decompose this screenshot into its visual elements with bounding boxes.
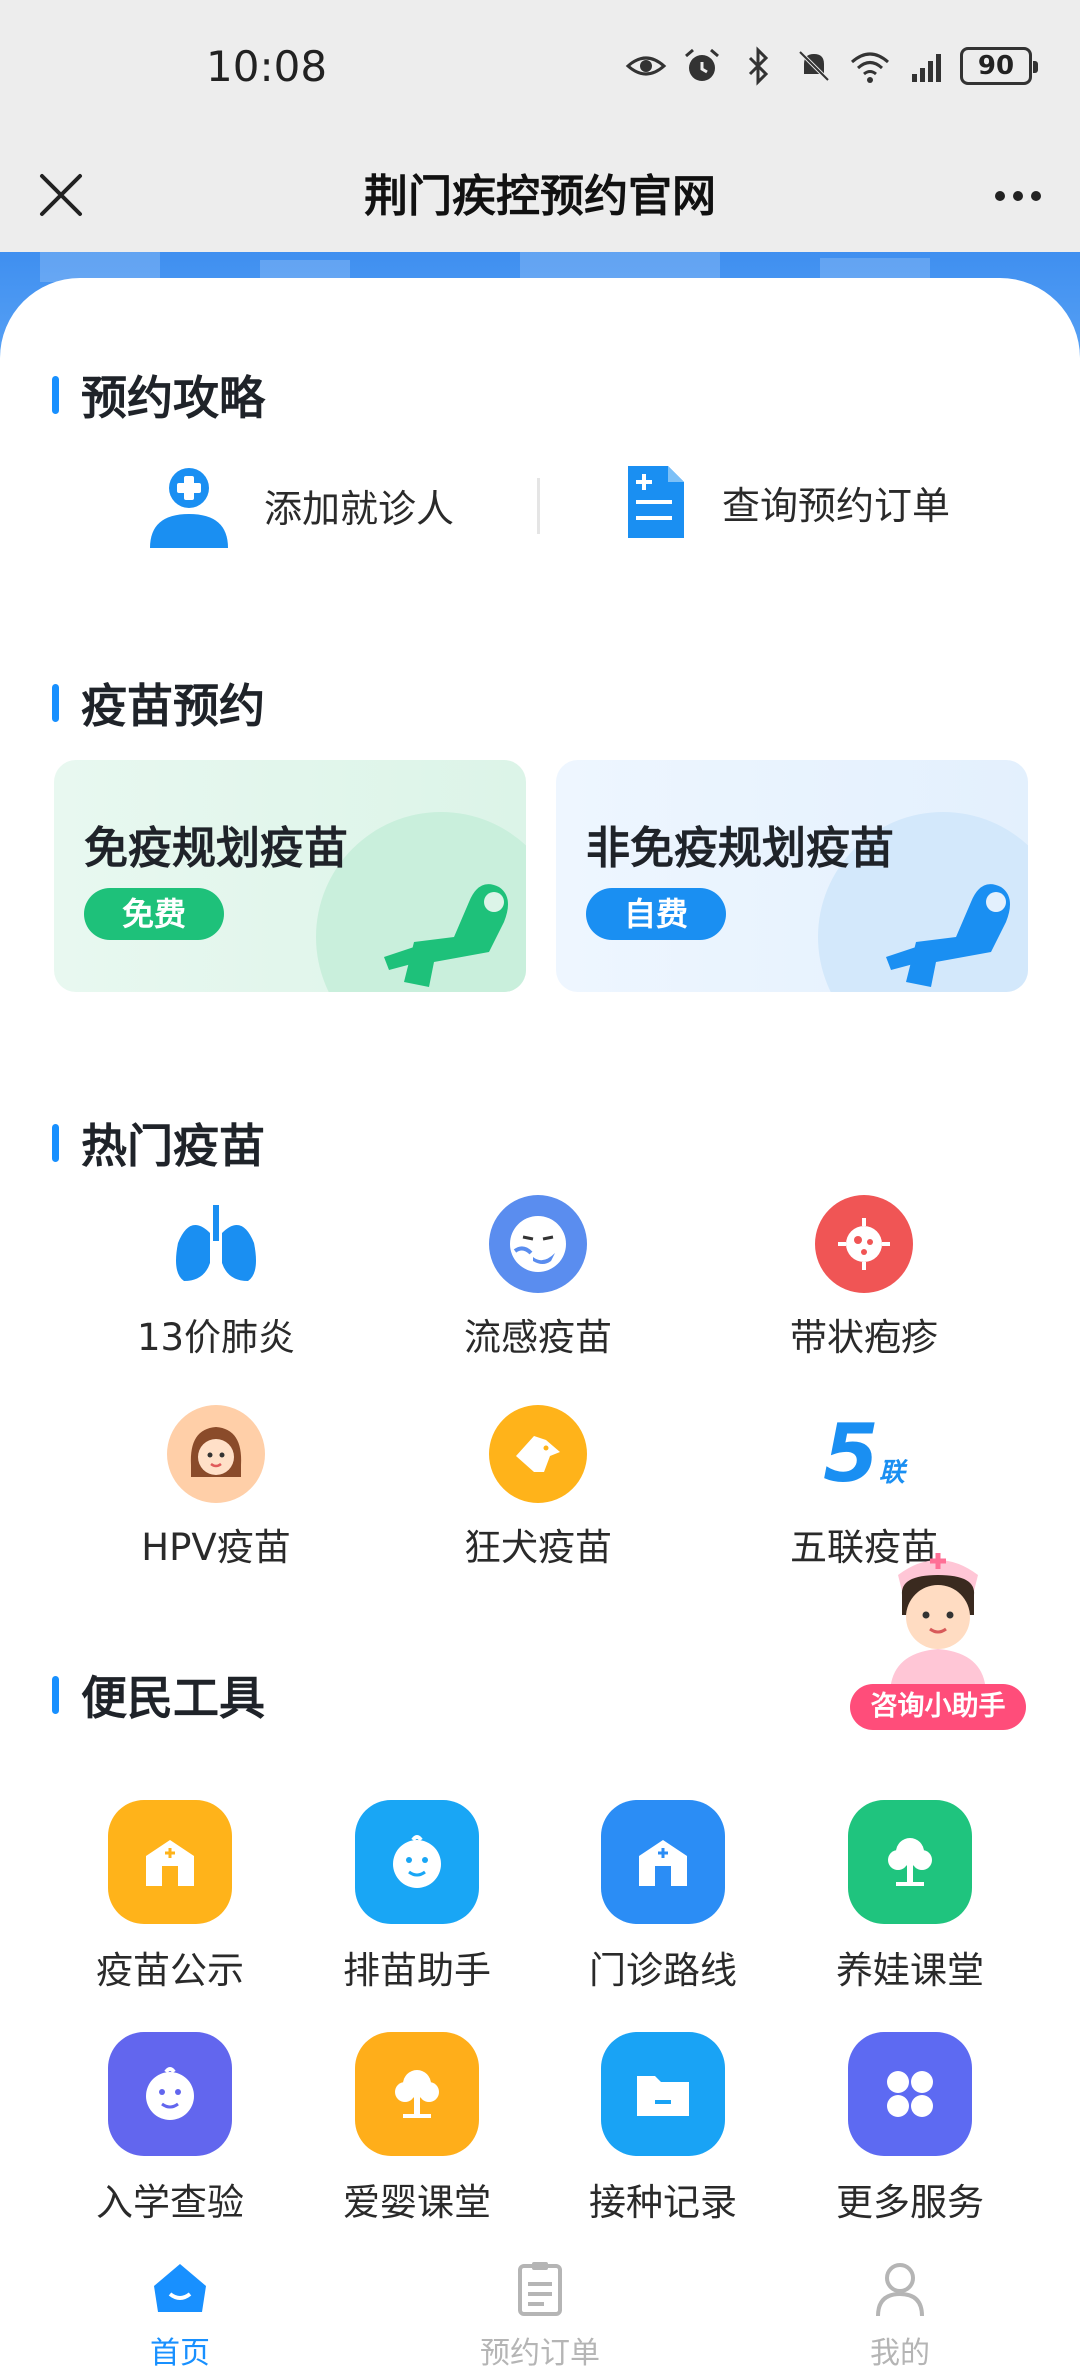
nurse-avatar-icon — [890, 1553, 986, 1695]
virus-icon — [815, 1195, 913, 1293]
tab-label: 我的 — [870, 2336, 930, 2371]
signal-5g-icon — [912, 54, 941, 82]
hot-vaccine-hpv[interactable]: HPV疫苗 — [106, 1405, 326, 1571]
assistant-button[interactable]: 咨询小助手 — [850, 1535, 1026, 1730]
tool-school-check[interactable]: 入学查验 — [65, 2032, 275, 2226]
status-time: 10:08 — [206, 42, 328, 91]
hot-vaccine-label: 带状疱疹 — [790, 1316, 938, 1359]
more-options-icon[interactable] — [986, 164, 1050, 228]
folder-icon — [601, 2032, 725, 2156]
add-patient-icon — [150, 468, 228, 548]
grid-icon — [848, 2032, 972, 2156]
battery-indicator: 90 — [960, 47, 1038, 85]
tool-label: 养娃课堂 — [836, 1949, 984, 1992]
free-vaccine-title: 免疫规划疫苗 — [84, 823, 348, 874]
tool-clinic-route[interactable]: 门诊路线 — [558, 1800, 768, 1994]
section-bar — [52, 684, 59, 722]
girl-face-icon — [167, 1405, 265, 1503]
tab-home[interactable]: 首页 — [80, 2256, 280, 2372]
tool-parenting-class[interactable]: 养娃课堂 — [805, 1800, 1015, 1994]
tool-label: 接种记录 — [589, 2181, 737, 2224]
section-label: 热门疫苗 — [81, 1119, 265, 1173]
hot-vaccine-pneumonia[interactable]: 13价肺炎 — [106, 1195, 326, 1361]
baby-face-icon — [108, 2032, 232, 2156]
wifi-icon — [851, 52, 889, 83]
tool-label: 门诊路线 — [589, 1949, 737, 1992]
document-icon — [628, 466, 684, 538]
tool-label: 入学查验 — [96, 2181, 244, 2224]
bottom-tab-bar: 首页 预约订单 我的 — [0, 2240, 1080, 2376]
query-orders-label: 查询预约订单 — [722, 483, 951, 528]
lungs-icon — [167, 1195, 265, 1293]
eye-icon — [625, 56, 667, 76]
tree-icon — [355, 2032, 479, 2156]
tab-orders[interactable]: 预约订单 — [440, 2256, 640, 2372]
tool-infant-class[interactable]: 爱婴课堂 — [312, 2032, 522, 2226]
paid-tag: 自费 — [586, 888, 727, 940]
tool-label: 爱婴课堂 — [343, 2181, 491, 2224]
section-bar — [52, 1124, 59, 1162]
hot-vaccine-label: HPV疫苗 — [141, 1526, 291, 1569]
section-label: 便民工具 — [81, 1671, 265, 1725]
paid-vaccine-card[interactable]: 非免疫规划疫苗 自费 — [556, 760, 1028, 992]
hot-vaccine-flu[interactable]: 流感疫苗 — [428, 1195, 648, 1361]
hot-vaccine-label: 狂犬疫苗 — [464, 1526, 612, 1569]
strategy-row: 添加就诊人 查询预约订单 — [0, 450, 1080, 560]
clipboard-icon — [518, 2262, 562, 2316]
clinic-icon — [108, 1800, 232, 1924]
tool-label: 排苗助手 — [343, 1949, 491, 1992]
divider — [537, 478, 540, 534]
section-label: 疫苗预约 — [81, 679, 265, 733]
add-patient-button[interactable]: 添加就诊人 — [148, 462, 454, 548]
section-bar — [52, 1676, 59, 1714]
user-icon — [876, 2263, 924, 2317]
vaccine-chair-icon — [886, 884, 1010, 987]
mute-bell-icon — [798, 50, 830, 82]
alarm-icon — [685, 48, 719, 81]
bluetooth-icon — [748, 46, 769, 86]
clinic-icon — [601, 1800, 725, 1924]
hot-vaccine-label: 13价肺炎 — [136, 1316, 296, 1359]
section-bar — [52, 376, 59, 414]
five-combo-text: 联 — [878, 1458, 905, 1488]
tool-label: 疫苗公示 — [96, 1949, 244, 1992]
tool-more-services[interactable]: 更多服务 — [805, 2032, 1015, 2226]
tool-vaccination-record[interactable]: 接种记录 — [558, 2032, 768, 2226]
status-bar: 10:08 90 — [0, 0, 1080, 140]
baby-face-icon — [355, 1800, 479, 1924]
tab-label: 预约订单 — [480, 2336, 600, 2371]
five-combo-number: 5 — [823, 1407, 879, 1500]
vaccine-chair-icon — [384, 884, 508, 987]
section-label: 预约攻略 — [81, 371, 265, 425]
section-title-hot-vaccines: 热门疫苗 — [52, 1110, 265, 1176]
tool-vaccine-notice[interactable]: 疫苗公示 — [65, 1800, 275, 1994]
sneeze-face-icon — [489, 1195, 587, 1293]
five-combo-icon: 5 联 — [815, 1405, 913, 1503]
tab-mine[interactable]: 我的 — [800, 2256, 1000, 2372]
tab-label: 首页 — [150, 2336, 210, 2371]
status-icons: 90 — [624, 44, 1038, 88]
query-orders-button[interactable]: 查询预约订单 — [624, 462, 950, 542]
hot-vaccine-shingles[interactable]: 带状疱疹 — [754, 1195, 974, 1361]
home-icon — [154, 2264, 206, 2312]
tool-label: 更多服务 — [836, 2181, 984, 2224]
section-title-strategy: 预约攻略 — [52, 362, 265, 428]
title-bar: 荆门疾控预约官网 — [0, 140, 1080, 252]
free-vaccine-card[interactable]: 免疫规划疫苗 免费 — [54, 760, 526, 992]
free-tag: 免费 — [84, 888, 225, 940]
hot-vaccine-rabies[interactable]: 狂犬疫苗 — [428, 1405, 648, 1571]
hot-vaccine-label: 流感疫苗 — [464, 1316, 612, 1359]
add-patient-label: 添加就诊人 — [264, 486, 455, 531]
paid-vaccine-title: 非免疫规划疫苗 — [586, 823, 894, 874]
section-title-vaccine-booking: 疫苗预约 — [52, 670, 265, 736]
tree-icon — [848, 1800, 972, 1924]
assistant-label: 咨询小助手 — [850, 1684, 1026, 1730]
tool-schedule-assistant[interactable]: 排苗助手 — [312, 1800, 522, 1994]
section-title-tools: 便民工具 — [52, 1662, 265, 1728]
dog-icon — [489, 1405, 587, 1503]
page-title: 荆门疾控预约官网 — [364, 171, 716, 222]
